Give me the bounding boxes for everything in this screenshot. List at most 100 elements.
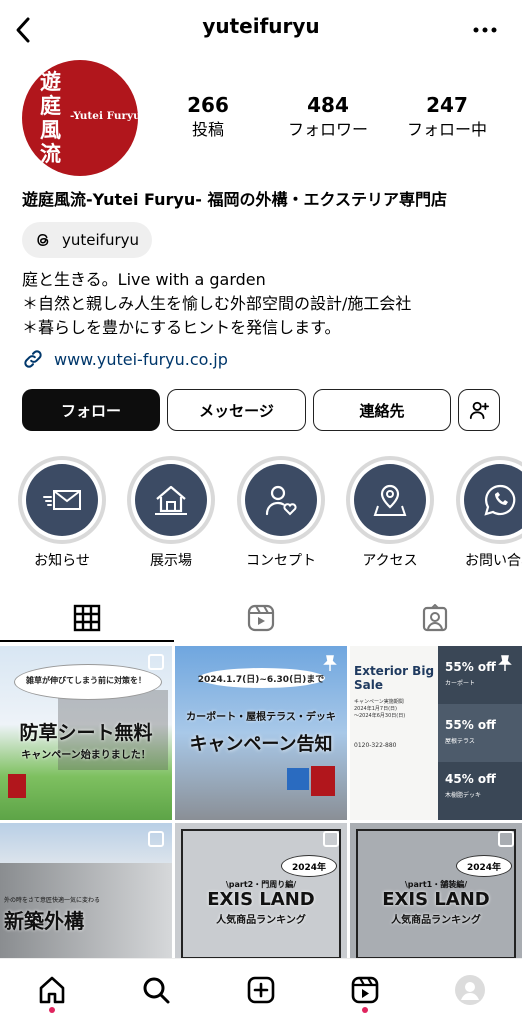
avatar-logo-kanji: 遊庭風流	[40, 69, 61, 166]
map-pin-icon	[373, 484, 407, 516]
profile-header: yuteifuryu	[0, 0, 522, 60]
bio-line: 庭と生きる。Live with a garden	[22, 270, 266, 289]
offer-percent: 55% off	[445, 718, 496, 732]
notification-dot	[49, 1007, 55, 1013]
nav-create[interactable]	[236, 967, 286, 1013]
stat-posts[interactable]: 266 投稿	[148, 92, 268, 142]
post-subtitle: カーポート・屋根テラス・デッキ	[186, 712, 336, 723]
more-options-button[interactable]	[470, 20, 500, 40]
post-title: Exterior Big Sale	[354, 664, 435, 692]
highlight-concept[interactable]: コンセプト	[233, 456, 329, 570]
reels-icon	[351, 976, 379, 1004]
highlight-news[interactable]: お知らせ	[14, 456, 110, 570]
follow-button[interactable]: フォロー	[22, 389, 160, 431]
offer-item: カーポート	[445, 680, 476, 687]
pin-icon	[323, 655, 337, 671]
stat-followers-count: 484	[307, 93, 349, 117]
threads-icon	[37, 233, 49, 247]
post-subtitle: キャンペーン実施期間	[354, 699, 404, 705]
brand-logo	[8, 774, 26, 798]
post-period-end: 〜2024年6月30日(日)	[354, 713, 406, 719]
mail-icon	[43, 490, 81, 510]
stat-followers-label: フォロワー	[287, 120, 368, 139]
tab-posts-grid[interactable]	[0, 594, 174, 642]
post-period: 2024年1月7日(日)	[354, 706, 397, 712]
profile-tabs	[0, 594, 522, 642]
username-title: yuteifuryu	[202, 14, 320, 38]
bio-line: ＊自然と親しみ人生を愉しむ外部空間の設計/施工会社	[22, 294, 412, 313]
highlight-label: コンセプト	[246, 553, 316, 569]
message-button[interactable]: メッセージ	[167, 389, 306, 431]
post-phone: 0120-322-880	[354, 742, 397, 749]
reels-icon	[247, 604, 275, 632]
tagged-icon	[422, 604, 448, 632]
post-tile[interactable]: Exterior Big Sale キャンペーン実施期間 2024年1月7日(日…	[350, 646, 522, 820]
post-title: キャンペーン告知	[189, 734, 333, 755]
tab-tagged[interactable]	[348, 594, 522, 642]
person-heart-icon	[265, 485, 297, 516]
pin-icon	[498, 655, 512, 671]
highlight-label: お問い合わ	[465, 553, 522, 569]
stat-following-count: 247	[426, 93, 468, 117]
highlight-label: 展示場	[150, 553, 192, 569]
post-bubble-text: 雑草が伸びてしまう前に対策を！	[26, 676, 146, 685]
offer-percent: 55% off	[445, 660, 496, 674]
carousel-icon	[498, 831, 514, 847]
offer-percent: 45% off	[445, 772, 496, 786]
bio-line: ＊暮らしを豊かにするヒントを発信します。	[22, 318, 341, 337]
more-icon	[473, 27, 497, 33]
post-small-text: 外の時をさて意匠快適一気に変わる	[4, 897, 101, 904]
profile-avatar-icon	[455, 975, 485, 1005]
plus-square-icon	[247, 976, 275, 1004]
display-name: 遊庭風流-Yutei Furyu- 福岡の外構・エクステリア専門店	[22, 190, 447, 209]
post-year: 2024年	[466, 863, 502, 873]
carousel-icon	[148, 654, 164, 670]
stat-posts-count: 266	[187, 93, 229, 117]
carousel-icon	[323, 831, 339, 847]
post-subtitle: 人気商品ランキング	[216, 915, 306, 926]
stat-posts-label: 投稿	[191, 120, 224, 139]
post-title: EXIS LAND	[382, 889, 490, 910]
nav-profile[interactable]	[445, 967, 495, 1013]
highlight-access[interactable]: アクセス	[342, 456, 438, 570]
threads-badge[interactable]: yuteifuryu	[22, 222, 152, 258]
post-tile[interactable]: 外の時をさて意匠快適一気に変わる 新築外構	[0, 823, 172, 959]
threads-handle: yuteifuryu	[62, 231, 139, 249]
tab-reels[interactable]	[174, 594, 348, 642]
link-icon	[24, 350, 42, 368]
avatar[interactable]: 遊庭風流 -Yutei Furyu-	[22, 60, 138, 176]
post-subtitle: 人気商品ランキング	[391, 915, 481, 926]
stat-following[interactable]: 247 フォロー中	[387, 92, 507, 142]
brand-logo	[311, 766, 335, 796]
nav-reels[interactable]	[340, 967, 390, 1013]
website-link[interactable]: www.yutei-furyu.co.jp	[22, 348, 228, 370]
post-title: 防草シート無料	[19, 722, 153, 744]
carousel-icon	[148, 831, 164, 847]
post-year: 2024年	[291, 863, 327, 873]
offer-item: 木樹脂デッキ	[445, 792, 482, 799]
phone-icon	[484, 484, 516, 516]
post-tile[interactable]: 2024年 \part2・門周り編/ EXIS LAND 人気商品ランキング	[175, 823, 347, 959]
post-date: 2024.1.7(日)~6.30(日)まで	[197, 675, 325, 685]
stat-followers[interactable]: 484 フォロワー	[268, 92, 388, 142]
stat-following-label: フォロー中	[406, 120, 487, 139]
post-tile[interactable]: 雑草が伸びてしまう前に対策を！ 防草シート無料 キャンペーン始まりました！	[0, 646, 172, 820]
highlight-showroom[interactable]: 展示場	[123, 456, 219, 570]
highlight-label: アクセス	[362, 553, 418, 569]
post-tile[interactable]: 2024年 \part1・舗装編/ EXIS LAND 人気商品ランキング	[350, 823, 522, 959]
avatar-logo-latin: -Yutei Furyu-	[70, 110, 138, 122]
post-title: 新築外構	[4, 909, 84, 933]
bottom-navigation	[0, 958, 522, 1024]
nav-search[interactable]	[131, 967, 181, 1013]
search-icon	[143, 977, 170, 1004]
nav-home[interactable]	[27, 967, 77, 1013]
home-icon	[39, 976, 65, 1004]
post-title: EXIS LAND	[207, 889, 315, 910]
post-tile[interactable]: 2024.1.7(日)~6.30(日)まで カーポート・屋根テラス・デッキ キャ…	[175, 646, 347, 820]
house-icon	[155, 485, 187, 515]
add-user-icon	[469, 401, 489, 420]
highlight-inquiry[interactable]: お問い合わ	[452, 456, 522, 570]
contact-button[interactable]: 連絡先	[313, 389, 451, 431]
suggest-users-button[interactable]	[458, 389, 500, 431]
offer-item: 屋根テラス	[445, 738, 475, 745]
